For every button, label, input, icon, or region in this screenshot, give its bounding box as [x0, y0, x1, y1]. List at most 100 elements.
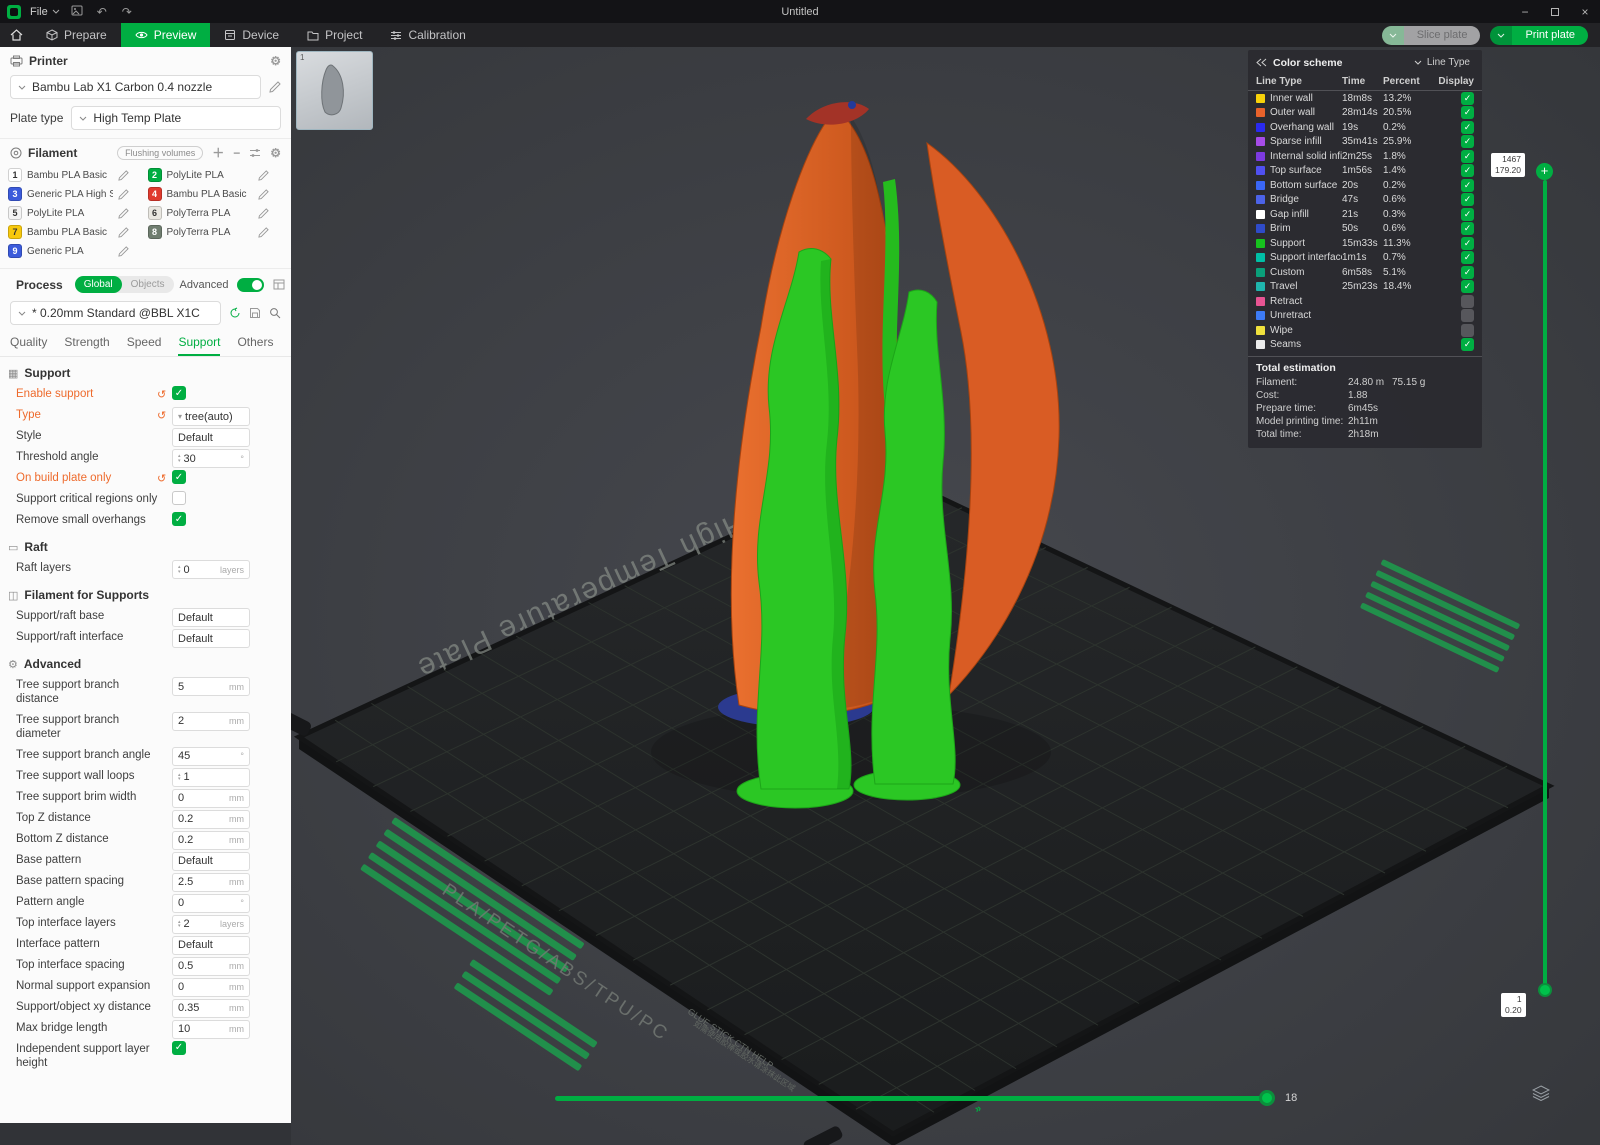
setting-input[interactable]: 0mm: [172, 789, 250, 808]
global-objects-toggle[interactable]: Global Objects: [75, 276, 174, 293]
edit-filament-icon[interactable]: [258, 227, 269, 238]
process-preset-select[interactable]: * 0.20mm Standard @BBL X1C: [10, 301, 221, 325]
setting-input[interactable]: 2.5mm: [172, 873, 250, 892]
setting-input[interactable]: 0.2mm: [172, 810, 250, 829]
display-checkbox[interactable]: ✓: [1461, 208, 1474, 221]
display-checkbox[interactable]: [1461, 309, 1474, 322]
collapse-panel-icon[interactable]: [1256, 58, 1267, 67]
setting-select[interactable]: Default: [172, 629, 250, 648]
setting-input[interactable]: 10mm: [172, 1020, 250, 1039]
plate-type-select[interactable]: High Temp Plate: [71, 106, 281, 130]
params-table-icon[interactable]: [273, 279, 285, 290]
slice-dropdown-icon[interactable]: [1382, 26, 1404, 45]
reset-preset-icon[interactable]: [229, 307, 241, 319]
setting-checkbox[interactable]: ✓: [172, 1041, 186, 1055]
edit-filament-icon[interactable]: [118, 170, 129, 181]
redo-icon[interactable]: ↷: [119, 5, 135, 19]
display-checkbox[interactable]: [1461, 324, 1474, 337]
process-tab-quality[interactable]: Quality: [10, 335, 47, 356]
toggle-global[interactable]: Global: [75, 276, 122, 293]
printer-select[interactable]: Bambu Lab X1 Carbon 0.4 nozzle: [10, 75, 261, 99]
slice-plate-button[interactable]: Slice plate: [1382, 26, 1481, 45]
edit-filament-icon[interactable]: [118, 208, 129, 219]
process-tab-strength[interactable]: Strength: [64, 335, 109, 356]
reset-setting-icon[interactable]: ↺: [157, 472, 166, 485]
edit-filament-icon[interactable]: [118, 189, 129, 200]
setting-select[interactable]: ▾tree(auto): [172, 407, 250, 426]
setting-checkbox[interactable]: [172, 491, 186, 505]
filament-slot[interactable]: 9 Generic PLA: [8, 244, 144, 258]
filament-slot[interactable]: 2 PolyLite PLA: [148, 168, 284, 182]
process-tab-speed[interactable]: Speed: [127, 335, 162, 356]
close-button[interactable]: ×: [1570, 0, 1600, 23]
view-mode-select[interactable]: Line Type: [1410, 56, 1474, 69]
display-checkbox[interactable]: ✓: [1461, 222, 1474, 235]
save-preset-icon[interactable]: [249, 307, 261, 319]
print-plate-button[interactable]: Print plate: [1490, 26, 1588, 45]
setting-input[interactable]: 0°: [172, 894, 250, 913]
display-checkbox[interactable]: ✓: [1461, 121, 1474, 134]
filament-slot[interactable]: 5 PolyLite PLA: [8, 206, 144, 220]
setting-input[interactable]: 2mm: [172, 712, 250, 731]
printer-settings-gear-icon[interactable]: ⚙: [270, 55, 281, 67]
filament-color-swatch[interactable]: 9: [8, 244, 22, 258]
app-logo-icon[interactable]: [7, 5, 21, 19]
filament-color-swatch[interactable]: 5: [8, 206, 22, 220]
reset-setting-icon[interactable]: ↺: [157, 388, 166, 401]
display-checkbox[interactable]: ✓: [1461, 338, 1474, 351]
add-filament-icon[interactable]: ＋: [212, 147, 224, 159]
filament-slot[interactable]: 7 Bambu PLA Basic: [8, 225, 144, 239]
advanced-toggle[interactable]: [237, 278, 264, 292]
filament-color-swatch[interactable]: 7: [8, 225, 22, 239]
display-checkbox[interactable]: ✓: [1461, 106, 1474, 119]
layer-slider-handle[interactable]: [1538, 983, 1552, 997]
setting-select[interactable]: Default: [172, 428, 250, 447]
tab-device[interactable]: Device: [210, 23, 293, 47]
setting-select[interactable]: Default: [172, 608, 250, 627]
setting-input[interactable]: ▴▾1: [172, 768, 250, 787]
flushing-volumes-button[interactable]: Flushing volumes: [117, 146, 203, 160]
filament-slot[interactable]: 3 Generic PLA High Spe...: [8, 187, 144, 201]
plate-thumbnail[interactable]: 1: [296, 51, 373, 130]
setting-input[interactable]: ▴▾0layers: [172, 560, 250, 579]
gallery-icon[interactable]: [69, 5, 85, 19]
layers-view-icon[interactable]: [1532, 1085, 1550, 1101]
filament-sync-icon[interactable]: [249, 148, 261, 158]
display-checkbox[interactable]: ✓: [1461, 135, 1474, 148]
display-checkbox[interactable]: [1461, 295, 1474, 308]
display-checkbox[interactable]: ✓: [1461, 164, 1474, 177]
edit-filament-icon[interactable]: [258, 208, 269, 219]
setting-input[interactable]: 0.2mm: [172, 831, 250, 850]
filament-color-swatch[interactable]: 8: [148, 225, 162, 239]
toggle-objects[interactable]: Objects: [122, 279, 174, 290]
filament-color-swatch[interactable]: 4: [148, 187, 162, 201]
filament-color-swatch[interactable]: 2: [148, 168, 162, 182]
step-slider-track[interactable]: [555, 1096, 1267, 1101]
display-checkbox[interactable]: ✓: [1461, 280, 1474, 293]
setting-input[interactable]: 0.5mm: [172, 957, 250, 976]
setting-input[interactable]: ▴▾2layers: [172, 915, 250, 934]
setting-checkbox[interactable]: ✓: [172, 470, 186, 484]
search-settings-icon[interactable]: [269, 307, 281, 319]
setting-checkbox[interactable]: ✓: [172, 512, 186, 526]
process-tab-others[interactable]: Others: [237, 335, 273, 356]
display-checkbox[interactable]: ✓: [1461, 92, 1474, 105]
setting-select[interactable]: Default: [172, 936, 250, 955]
display-checkbox[interactable]: ✓: [1461, 251, 1474, 264]
setting-checkbox[interactable]: ✓: [172, 386, 186, 400]
step-slider-handle[interactable]: [1259, 1090, 1275, 1106]
tab-calibration[interactable]: Calibration: [376, 23, 479, 47]
filament-slot[interactable]: 4 Bambu PLA Basic: [148, 187, 284, 201]
display-checkbox[interactable]: ✓: [1461, 193, 1474, 206]
filament-slot[interactable]: 8 PolyTerra PLA: [148, 225, 284, 239]
reset-setting-icon[interactable]: ↺: [157, 409, 166, 422]
display-checkbox[interactable]: ✓: [1461, 237, 1474, 250]
layer-slider-track[interactable]: [1543, 180, 1547, 986]
edit-filament-icon[interactable]: [118, 246, 129, 257]
file-menu[interactable]: File: [30, 6, 60, 18]
edit-filament-icon[interactable]: [258, 189, 269, 200]
maximize-button[interactable]: [1540, 0, 1570, 23]
setting-input[interactable]: 0.35mm: [172, 999, 250, 1018]
minimize-button[interactable]: −: [1510, 0, 1540, 23]
setting-input[interactable]: 5mm: [172, 677, 250, 696]
